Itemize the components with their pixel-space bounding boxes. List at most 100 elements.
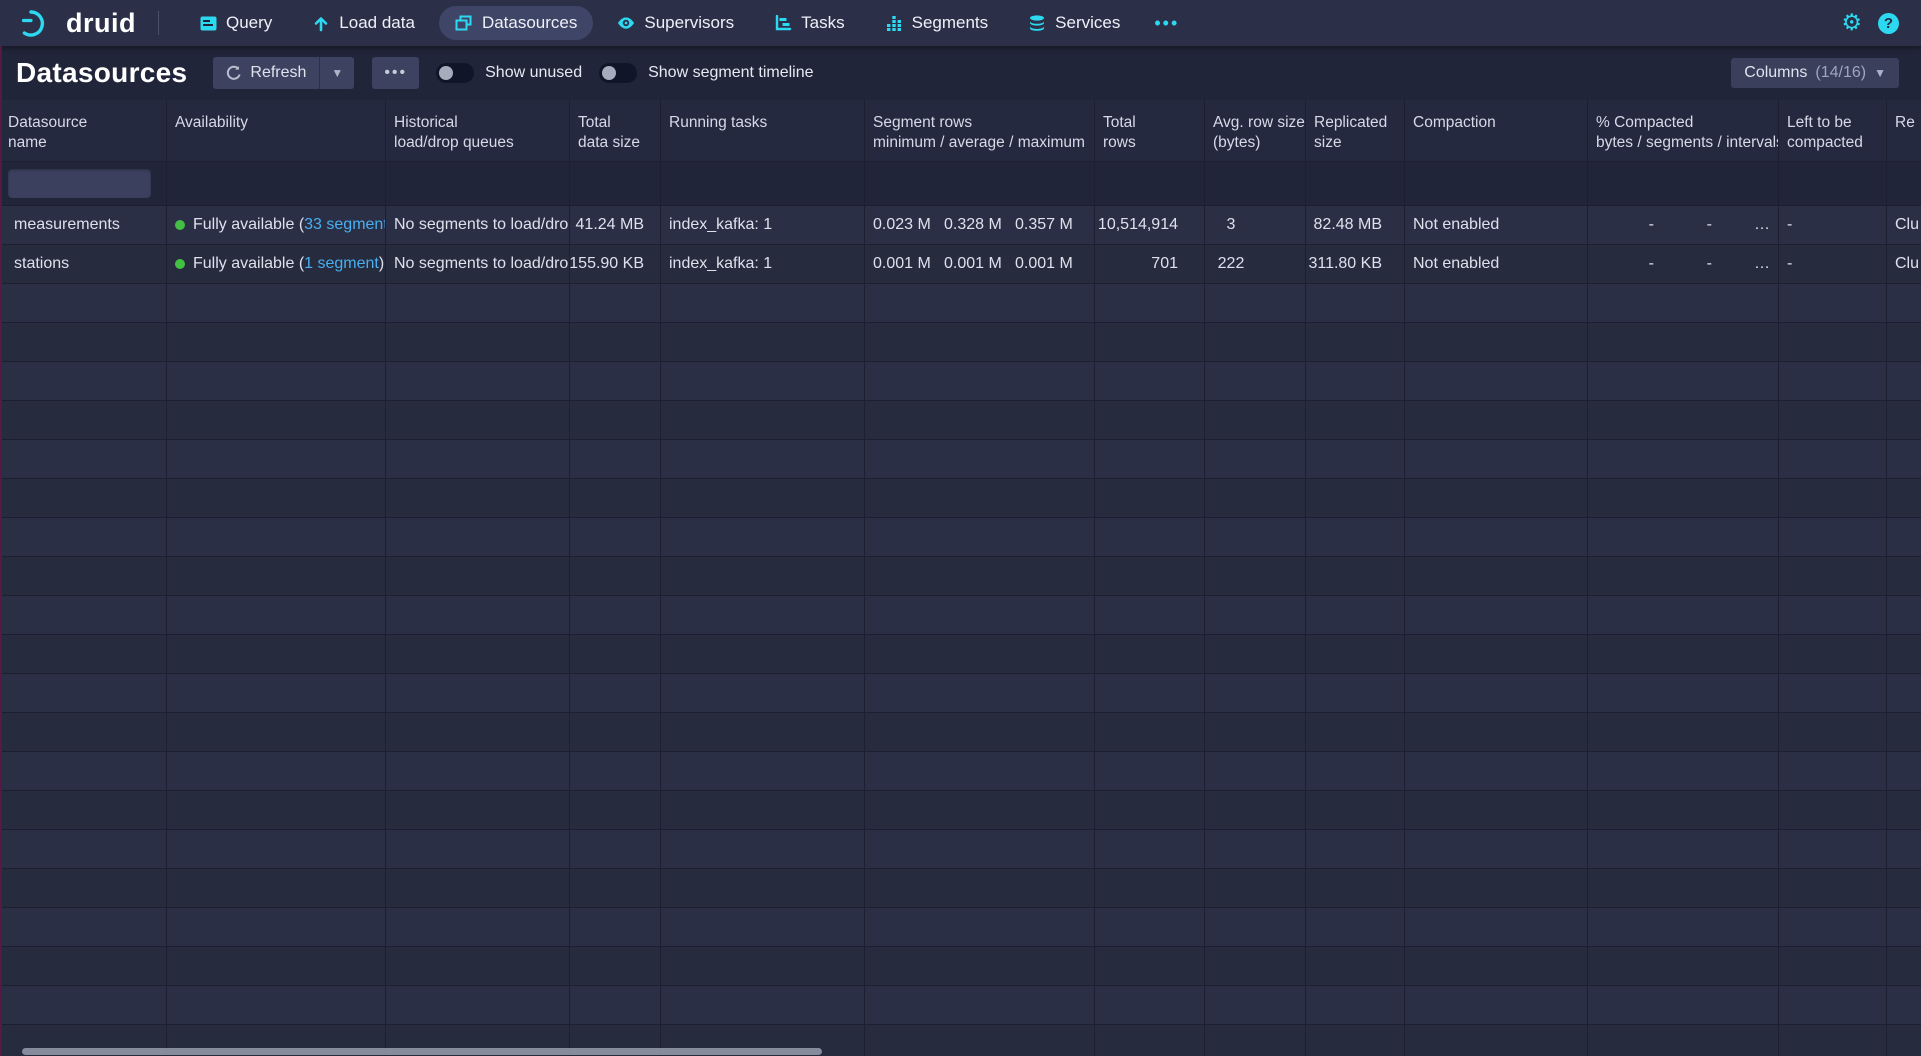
column-header-retention[interactable]: Re (1887, 100, 1921, 161)
horizontal-scrollbar[interactable] (22, 1048, 822, 1055)
nav-item-datasources[interactable]: Datasources (439, 6, 593, 40)
nav-item-label: Tasks (801, 13, 844, 33)
empty-cell (661, 869, 865, 907)
empty-cell (661, 791, 865, 829)
empty-cell (1095, 830, 1205, 868)
empty-cell (1779, 401, 1887, 439)
empty-cell (1306, 908, 1405, 946)
empty-cell (1095, 596, 1205, 634)
empty-cell (570, 674, 661, 712)
nav-item-query[interactable]: Query (183, 6, 288, 40)
empty-cell (1095, 869, 1205, 907)
empty-cell (167, 557, 386, 595)
refresh-button[interactable]: Refresh (213, 57, 319, 89)
empty-cell (1205, 518, 1306, 556)
nav-more-button[interactable]: ••• (1144, 9, 1189, 38)
empty-cell (570, 401, 661, 439)
column-header-percent-compacted[interactable]: % Compactedbytes / segments / intervals (1588, 100, 1779, 161)
empty-cell (0, 830, 167, 868)
column-header-historical-queues[interactable]: Historicalload/drop queues (386, 100, 570, 161)
load-drop-queues-cell: No segments to load/drop (386, 245, 570, 283)
nav-item-supervisors[interactable]: Supervisors (601, 6, 750, 40)
total-data-size-cell: 155.90 KB (570, 245, 661, 283)
empty-cell (1405, 440, 1588, 478)
empty-cell (865, 557, 1095, 595)
empty-cell (167, 362, 386, 400)
retention-link[interactable]: Clu (1895, 255, 1919, 273)
column-header-replicated-size[interactable]: Replicatedsize (1306, 100, 1405, 161)
empty-cell (386, 830, 570, 868)
column-header-availability[interactable]: Availability (167, 100, 386, 161)
column-header-total-rows[interactable]: Totalrows (1095, 100, 1205, 161)
empty-cell (1205, 947, 1306, 985)
empty-cell (1887, 362, 1921, 400)
empty-cell (1779, 635, 1887, 673)
empty-cell (1095, 674, 1205, 712)
empty-cell (386, 713, 570, 751)
empty-table-row (0, 440, 1921, 479)
show-segment-timeline-toggle[interactable]: Show segment timeline (599, 63, 813, 83)
empty-cell (386, 518, 570, 556)
nav-item-services[interactable]: Services (1012, 6, 1136, 40)
refresh-dropdown-button[interactable]: ▼ (319, 57, 354, 89)
empty-cell (865, 947, 1095, 985)
empty-cell (1306, 986, 1405, 1024)
empty-cell (1779, 557, 1887, 595)
empty-cell (1588, 947, 1779, 985)
column-header-left-to-be-compacted[interactable]: Left to becompacted (1779, 100, 1887, 161)
empty-cell (167, 518, 386, 556)
segments-count-link[interactable]: 33 segments (304, 216, 386, 234)
column-header-avg-row-size[interactable]: Avg. row size(bytes) (1205, 100, 1306, 161)
column-header-segment-rows[interactable]: Segment rowsminimum / average / maximum (865, 100, 1095, 161)
refresh-icon (226, 65, 242, 81)
replicated-size-cell: 82.48 MB (1306, 206, 1405, 244)
nav-item-segments[interactable]: Segments (869, 6, 1005, 40)
empty-cell (1205, 986, 1306, 1024)
show-unused-toggle[interactable]: Show unused (436, 63, 582, 83)
segments-count-link[interactable]: 1 segment (304, 255, 379, 273)
help-icon[interactable]: ? (1878, 13, 1899, 34)
empty-cell (1588, 440, 1779, 478)
table-row[interactable]: measurements Fully available (33 segment… (0, 206, 1921, 245)
empty-cell (1779, 284, 1887, 322)
retention-cell: Clu (1887, 206, 1921, 244)
datasource-name-cell[interactable]: measurements (0, 206, 167, 244)
empty-cell (167, 752, 386, 790)
column-header-datasource-name[interactable]: Datasourcename (0, 100, 167, 161)
empty-cell (167, 635, 386, 673)
column-header-running-tasks[interactable]: Running tasks (661, 100, 865, 161)
empty-cell (1779, 869, 1887, 907)
empty-cell (1405, 947, 1588, 985)
datasource-name-filter-input[interactable] (8, 169, 151, 198)
nav-item-tasks[interactable]: Tasks (758, 6, 860, 40)
empty-cell (0, 713, 167, 751)
druid-logo-icon (20, 7, 58, 39)
nav-item-load-data[interactable]: Load data (296, 6, 431, 40)
empty-cell (1887, 596, 1921, 634)
empty-cell (167, 479, 386, 517)
empty-cell (570, 440, 661, 478)
empty-cell (1306, 1025, 1405, 1056)
empty-cell (1779, 830, 1887, 868)
settings-gear-icon[interactable]: ⚙ (1841, 12, 1862, 35)
druid-logo[interactable]: druid (20, 7, 136, 39)
columns-count: (14/16) (1815, 64, 1866, 82)
retention-link[interactable]: Clu (1895, 216, 1919, 234)
load-data-icon (312, 14, 330, 32)
empty-cell (1205, 830, 1306, 868)
empty-cell (1095, 713, 1205, 751)
empty-cell (1405, 791, 1588, 829)
empty-cell (570, 596, 661, 634)
empty-table-row (0, 986, 1921, 1025)
columns-picker-button[interactable]: Columns (14/16) ▼ (1731, 58, 1899, 88)
more-actions-button[interactable]: ••• (372, 57, 419, 89)
column-header-compaction[interactable]: Compaction (1405, 100, 1588, 161)
empty-cell (1405, 986, 1588, 1024)
empty-cell (865, 713, 1095, 751)
column-header-total-data-size[interactable]: Totaldata size (570, 100, 661, 161)
table-row[interactable]: stations Fully available (1 segment) No … (0, 245, 1921, 284)
datasource-name-cell[interactable]: stations (0, 245, 167, 283)
empty-cell (1205, 401, 1306, 439)
empty-cell (1405, 284, 1588, 322)
empty-cell (865, 869, 1095, 907)
